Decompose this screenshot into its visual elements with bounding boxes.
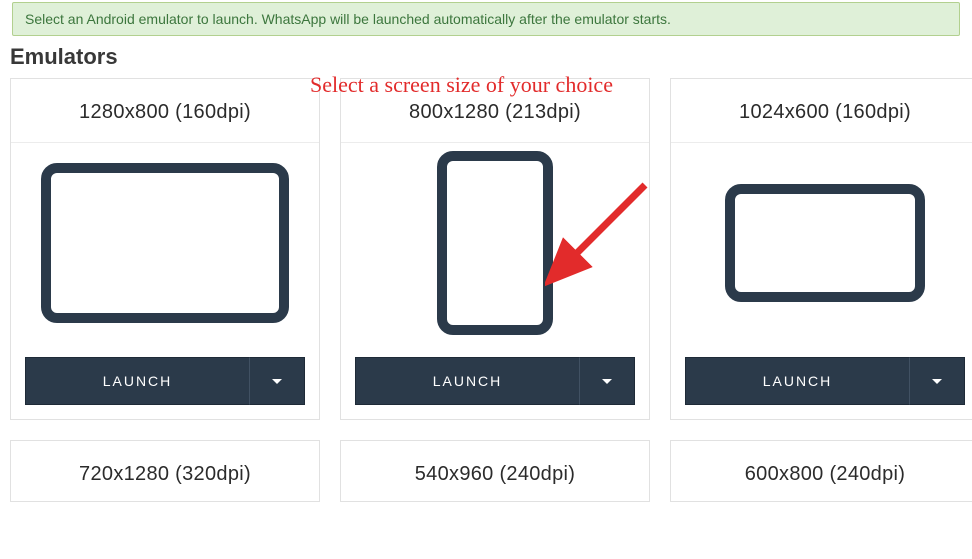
emulator-card-title: 800x1280 (213dpi) — [341, 79, 649, 143]
launch-dropdown-button[interactable] — [909, 357, 965, 405]
launch-dropdown-button[interactable] — [249, 357, 305, 405]
section-title-emulators: Emulators — [10, 44, 964, 70]
chevron-down-icon — [932, 379, 942, 384]
emulator-card: 1024x600 (160dpi) Launch — [670, 78, 972, 420]
chevron-down-icon — [272, 379, 282, 384]
emulator-card: 720x1280 (320dpi) — [10, 440, 320, 502]
emulator-card: 540x960 (240dpi) — [340, 440, 650, 502]
chevron-down-icon — [602, 379, 612, 384]
emulator-card: 1280x800 (160dpi) Launch — [10, 78, 320, 420]
emulator-card-title: 540x960 (240dpi) — [341, 441, 649, 504]
emulator-preview — [11, 143, 319, 343]
launch-button[interactable]: Launch — [355, 357, 579, 405]
emulator-card-title: 600x800 (240dpi) — [671, 441, 972, 504]
info-alert: Select an Android emulator to launch. Wh… — [12, 2, 960, 36]
emulator-card-title: 720x1280 (320dpi) — [11, 441, 319, 504]
emulator-preview — [671, 143, 972, 343]
emulator-preview — [341, 143, 649, 343]
emulator-card-title: 1280x800 (160dpi) — [11, 79, 319, 143]
device-outline-icon — [437, 151, 553, 335]
launch-button[interactable]: Launch — [685, 357, 909, 405]
device-outline-icon — [41, 163, 289, 323]
emulator-card-title: 1024x600 (160dpi) — [671, 79, 972, 143]
emulator-card: 800x1280 (213dpi) Launch — [340, 78, 650, 420]
launch-dropdown-button[interactable] — [579, 357, 635, 405]
emulator-card: 600x800 (240dpi) — [670, 440, 972, 502]
info-alert-text: Select an Android emulator to launch. Wh… — [25, 11, 671, 27]
launch-button[interactable]: Launch — [25, 357, 249, 405]
device-outline-icon — [725, 184, 925, 302]
